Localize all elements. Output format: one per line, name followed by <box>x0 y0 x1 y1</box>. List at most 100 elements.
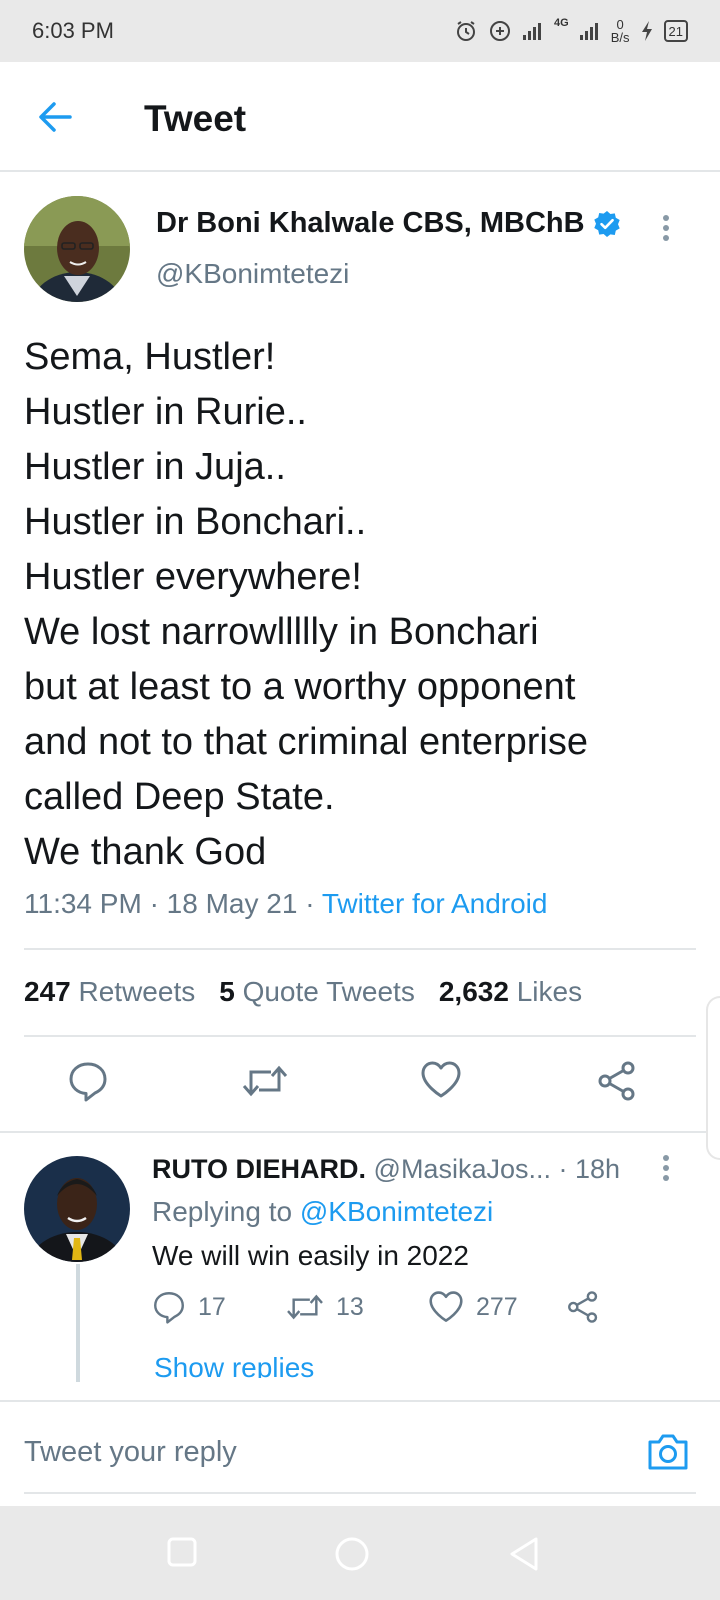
retweet-icon <box>242 1065 288 1097</box>
network-type: 4G <box>554 17 569 29</box>
share-button[interactable] <box>596 1060 638 1107</box>
edge-panel-handle[interactable] <box>706 996 720 1160</box>
reply-comment-button[interactable]: 17 <box>152 1290 226 1324</box>
replying-label: Replying to <box>152 1196 293 1227</box>
comment-icon <box>69 1062 107 1102</box>
tweet-stats: 247 Retweets 5 Quote Tweets 2,632 Likes <box>24 976 582 1008</box>
author-photo <box>24 196 130 302</box>
author-name[interactable]: Dr Boni Khalwale CBS, MBChB <box>156 207 621 240</box>
reply-retweet-button[interactable]: 13 <box>286 1290 364 1324</box>
reply-like-count: 277 <box>476 1292 518 1321</box>
status-bar: 6:03 PM 4G 0 B/s 21 <box>0 0 720 62</box>
reply-composer <box>0 1400 720 1508</box>
reply-more-button[interactable] <box>656 1150 676 1190</box>
verified-badge-icon <box>593 210 620 237</box>
divider <box>0 1131 720 1133</box>
net-speed: 0 B/s <box>611 18 630 44</box>
author-handle[interactable]: @KBonimtetezi <box>156 258 349 290</box>
tweet-line: We lost narrowllllly in Bonchari <box>24 611 539 653</box>
quotes-stat[interactable]: 5 Quote Tweets <box>219 976 415 1008</box>
likes-label: Likes <box>516 976 583 1007</box>
signal-icon <box>523 23 542 40</box>
reply-comment-count: 17 <box>198 1292 226 1321</box>
reply-author-name[interactable]: RUTO DIEHARD. <box>152 1154 366 1184</box>
replying-to: Replying to @KBonimtetezi <box>152 1196 493 1228</box>
tweet-line: Hustler in Rurie.. <box>24 391 307 433</box>
back-arrow-icon <box>39 102 72 132</box>
page-title: Tweet <box>144 98 247 139</box>
tweet-line: and not to that criminal enterprise <box>24 721 588 763</box>
more-vertical-icon <box>663 215 669 241</box>
data-saver-icon <box>490 21 511 41</box>
tweet-source-link[interactable]: Twitter for Android <box>322 888 548 919</box>
reply-author-avatar[interactable] <box>24 1156 130 1262</box>
status-icons: 4G 0 B/s 21 <box>454 17 688 44</box>
reply-header: RUTO DIEHARD. @MasikaJos... · 18h <box>152 1154 620 1185</box>
retweets-stat[interactable]: 247 Retweets <box>24 976 195 1008</box>
quotes-count: 5 <box>219 976 235 1007</box>
reply-retweet-count: 13 <box>336 1292 364 1321</box>
meta-separator: · <box>149 888 159 919</box>
tweet-date: 18 May 21 <box>166 888 298 919</box>
replying-to-link[interactable]: @KBonimtetezi <box>300 1196 493 1227</box>
recents-button[interactable] <box>166 1536 198 1573</box>
tweet-line: Hustler in Juja.. <box>24 446 286 488</box>
home-button[interactable] <box>334 1536 370 1577</box>
reply-button[interactable] <box>68 1060 108 1107</box>
retweets-label: Retweets <box>78 976 196 1007</box>
tweet-line: Hustler in Bonchari.. <box>24 501 367 543</box>
divider <box>24 948 696 950</box>
camera-icon <box>648 1434 688 1470</box>
meta-separator: · <box>305 888 315 919</box>
tweet-line: but at least to a worthy opponent <box>24 666 576 708</box>
likes-stat[interactable]: 2,632 Likes <box>439 976 582 1008</box>
battery-level: 21 <box>668 23 683 39</box>
tweet-line: We thank God <box>24 831 267 873</box>
tweet-more-button[interactable] <box>656 210 676 250</box>
retweets-count: 247 <box>24 976 71 1007</box>
back-nav-button[interactable] <box>508 1536 540 1577</box>
reply-input[interactable] <box>24 1436 584 1469</box>
tweet-time: 11:34 PM <box>24 888 142 919</box>
reply-text: We will win easily in 2022 <box>152 1240 469 1271</box>
add-photo-button[interactable] <box>646 1432 690 1477</box>
likes-count: 2,632 <box>438 976 509 1007</box>
status-time: 6:03 PM <box>32 18 114 43</box>
circle-icon <box>335 1537 369 1571</box>
more-vertical-icon <box>663 1155 669 1181</box>
composer-underline <box>24 1492 696 1494</box>
heart-icon <box>421 1061 461 1098</box>
quotes-label: Quote Tweets <box>242 976 415 1007</box>
reply-actions: 17 13 277 <box>152 1290 652 1330</box>
tweet-line: Sema, Hustler! <box>24 336 276 378</box>
reply-author-photo <box>24 1156 130 1262</box>
tweet-metadata: 11:34 PM · 18 May 21 · Twitter for Andro… <box>24 888 547 920</box>
author-name-text: Dr Boni Khalwale CBS, MBChB <box>156 207 585 239</box>
square-icon <box>167 1537 197 1567</box>
system-nav-bar <box>0 1506 720 1600</box>
thread-line <box>76 1264 80 1382</box>
reply-share-button[interactable] <box>566 1290 600 1324</box>
tweet-actions <box>0 1060 720 1110</box>
share-icon <box>598 1061 635 1101</box>
like-button[interactable] <box>420 1060 462 1105</box>
top-app-bar: Tweet <box>0 62 720 172</box>
retweet-button[interactable] <box>242 1060 288 1107</box>
heart-icon <box>429 1291 463 1322</box>
share-icon <box>568 1291 598 1323</box>
divider <box>24 1035 696 1037</box>
battery-icon: 21 <box>663 20 688 42</box>
reply-age: · 18h <box>558 1154 621 1184</box>
tweet-line: Hustler everywhere! <box>24 556 362 598</box>
charging-icon <box>641 21 652 41</box>
tweet-text: Sema, Hustler! Hustler in Rurie.. Hustle… <box>24 330 704 880</box>
show-replies-link[interactable]: Show replies <box>154 1352 314 1378</box>
back-button[interactable] <box>36 100 76 134</box>
triangle-back-icon <box>510 1537 538 1571</box>
net-speed-unit: B/s <box>610 30 630 45</box>
reply-like-button[interactable]: 277 <box>428 1290 518 1324</box>
alarm-icon <box>457 21 476 41</box>
reply-author-handle[interactable]: @MasikaJos... <box>374 1154 551 1184</box>
tweet-line: called Deep State. <box>24 776 335 818</box>
author-avatar[interactable] <box>24 196 130 302</box>
